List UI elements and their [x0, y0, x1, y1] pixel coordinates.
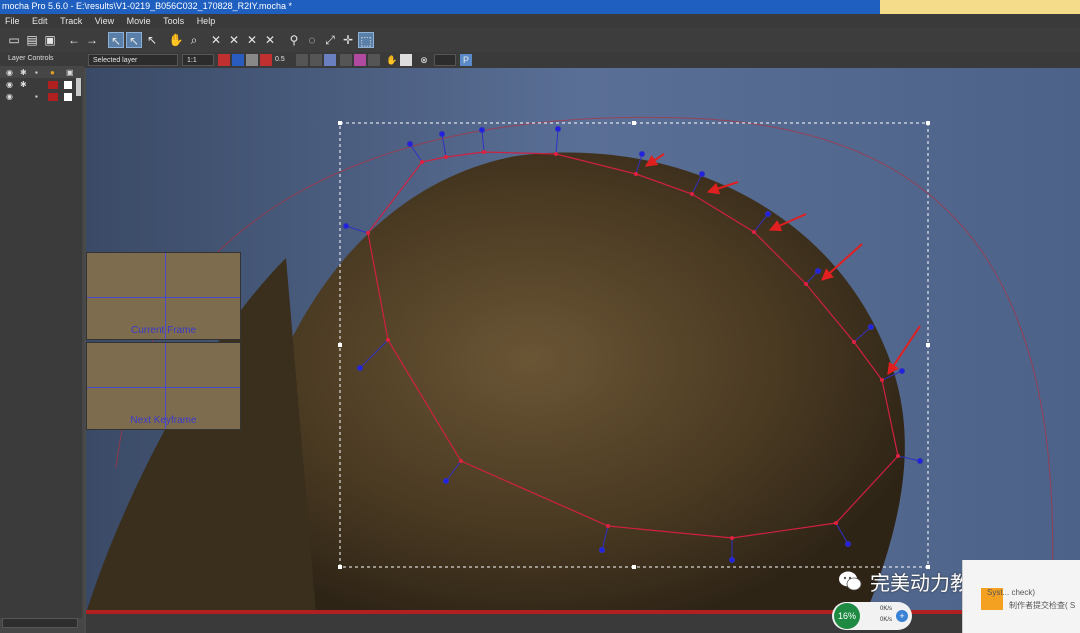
layer-list-scrollbar[interactable] [76, 78, 81, 96]
pan-icon[interactable]: ✋ [168, 32, 184, 48]
open-icon[interactable]: ▤ [24, 32, 40, 48]
layer-color-swatch[interactable] [48, 81, 58, 89]
layer-color-swatch[interactable] [48, 93, 58, 101]
layer-row[interactable]: ◉ ▪ [0, 92, 82, 102]
opacity-value[interactable]: 0.5 [274, 54, 288, 66]
timeline-bar[interactable] [86, 610, 1080, 633]
hand-icon[interactable]: ✋ [386, 54, 398, 66]
cog-icon[interactable]: ✱ [20, 80, 27, 89]
select-point-icon[interactable]: ↖ [126, 32, 142, 48]
zoom-icon[interactable]: ⌕ [186, 32, 202, 48]
main-toolbar: ▭ ▤ ▣ ← → ↖ ↖ ↖ ✋ ⌕ ✕ ✕ ✕ ✕ ⚲ ◌ ⤢ ✛ ⬚ [0, 28, 1080, 52]
channel-rgb-icon[interactable] [218, 54, 230, 66]
title-bar-active: mocha Pro 5.6.0 - E:\results\V1-0219_B05… [0, 0, 880, 14]
wechat-logo-icon [838, 570, 862, 592]
lock-icon[interactable]: ▪ [35, 68, 38, 77]
layer-controls-title: Layer Controls [0, 52, 84, 66]
menu-track[interactable]: Track [55, 14, 87, 26]
image-viewer[interactable] [86, 68, 1080, 613]
title-bar: mocha Pro 5.6.0 - E:\results\V1-0219_B05… [0, 0, 1080, 14]
pick-icon[interactable]: ↖ [108, 32, 124, 48]
white-icon[interactable] [400, 54, 412, 66]
surface-icon[interactable]: ⬚ [358, 32, 374, 48]
menu-view[interactable]: View [90, 14, 119, 26]
channel-blue-icon[interactable] [232, 54, 244, 66]
surface-view-icon[interactable] [340, 54, 352, 66]
current-frame-label: Current Frame [130, 325, 196, 336]
view-toolbar: Selected layer 1:1 0.5 ✋ ⊗ P [0, 52, 1080, 68]
download-speed: 0K/s [880, 617, 893, 623]
layer-row[interactable]: ◉ ✱ [0, 80, 82, 90]
notification-popup[interactable]: Syst... check) 制作者提交检查( S [962, 560, 1080, 633]
add-bezier-icon[interactable]: ✕ [262, 32, 278, 48]
timeline-range[interactable] [86, 610, 1080, 614]
add-xspline-icon[interactable]: ✕ [226, 32, 242, 48]
lock-icon[interactable]: ▪ [35, 92, 38, 101]
layer-list[interactable]: ◉ ✱ ◉ ▪ [0, 78, 82, 618]
redo-icon[interactable]: → [84, 32, 100, 48]
matte-toggle[interactable] [64, 93, 72, 101]
layer-mode-dropdown[interactable]: Selected layer [88, 54, 178, 66]
notification-line2: 制作者提交检查( S [1009, 601, 1076, 610]
create-bezier-icon[interactable]: ✕ [244, 32, 260, 48]
cog-icon[interactable]: ✱ [20, 68, 27, 77]
frame-field[interactable] [434, 54, 456, 66]
window-title: mocha Pro 5.6.0 - E:\results\V1-0219_B05… [2, 1, 293, 11]
layer-controls-panel: Layer Controls ◉ ✱ ▪ ● ▣ ◉ ✱ ◉ ▪ [0, 52, 84, 633]
link-icon[interactable]: ⚲ [286, 32, 302, 48]
speed-plus-icon[interactable]: + [896, 610, 908, 622]
background-window [880, 0, 1080, 14]
notification-line1: Syst... check) [987, 588, 1036, 597]
menu-help[interactable]: Help [192, 14, 221, 26]
color-icon[interactable]: ● [50, 68, 55, 77]
stabilize-icon[interactable] [368, 54, 380, 66]
add-point-icon[interactable]: ↖ [144, 32, 160, 48]
next-keyframe-label: Next Keyframe [130, 415, 197, 426]
layer-view-icon[interactable] [310, 54, 322, 66]
matte-column-icon[interactable]: ▣ [66, 68, 74, 77]
next-keyframe-inset: Next Keyframe [86, 342, 241, 430]
viewer-canvas[interactable] [86, 68, 1080, 613]
new-icon[interactable]: ▭ [6, 32, 22, 48]
menu-bar: File Edit Track View Movie Tools Help [0, 14, 1080, 28]
visibility-icon[interactable]: ◉ [6, 68, 13, 77]
menu-file[interactable]: File [0, 14, 25, 26]
inset-crosshair-h [87, 297, 240, 298]
save-icon[interactable]: ▣ [42, 32, 58, 48]
speed-percent: 16% [834, 603, 860, 629]
mesh-icon[interactable] [354, 54, 366, 66]
current-frame-inset: Current Frame [86, 252, 241, 340]
overlay-icon[interactable] [246, 54, 258, 66]
layer-controls-scrollbar[interactable] [2, 618, 78, 628]
upload-speed: 0K/s [880, 606, 893, 612]
network-speed-widget[interactable]: 16% 0K/s 0K/s + [832, 602, 912, 630]
visibility-icon[interactable]: ◉ [6, 80, 13, 89]
matte-toggle[interactable] [64, 81, 72, 89]
menu-movie[interactable]: Movie [122, 14, 156, 26]
p-button[interactable]: P [460, 54, 472, 66]
menu-edit[interactable]: Edit [27, 14, 53, 26]
inset-crosshair-h [87, 387, 240, 388]
zoom-dropdown[interactable]: 1:1 [182, 54, 214, 66]
scale-icon[interactable]: ⤢ [322, 32, 338, 48]
visibility-icon[interactable]: ◉ [6, 92, 13, 101]
move-icon[interactable]: ✛ [340, 32, 356, 48]
menu-tools[interactable]: Tools [158, 14, 189, 26]
settings-icon[interactable]: ⊗ [418, 54, 430, 66]
create-xspline-icon[interactable]: ✕ [208, 32, 224, 48]
lasso-icon[interactable]: ◌ [304, 32, 320, 48]
undo-icon[interactable]: ← [66, 32, 82, 48]
track-view-icon[interactable] [296, 54, 308, 66]
matte-icon[interactable] [260, 54, 272, 66]
grid-icon[interactable] [324, 54, 336, 66]
